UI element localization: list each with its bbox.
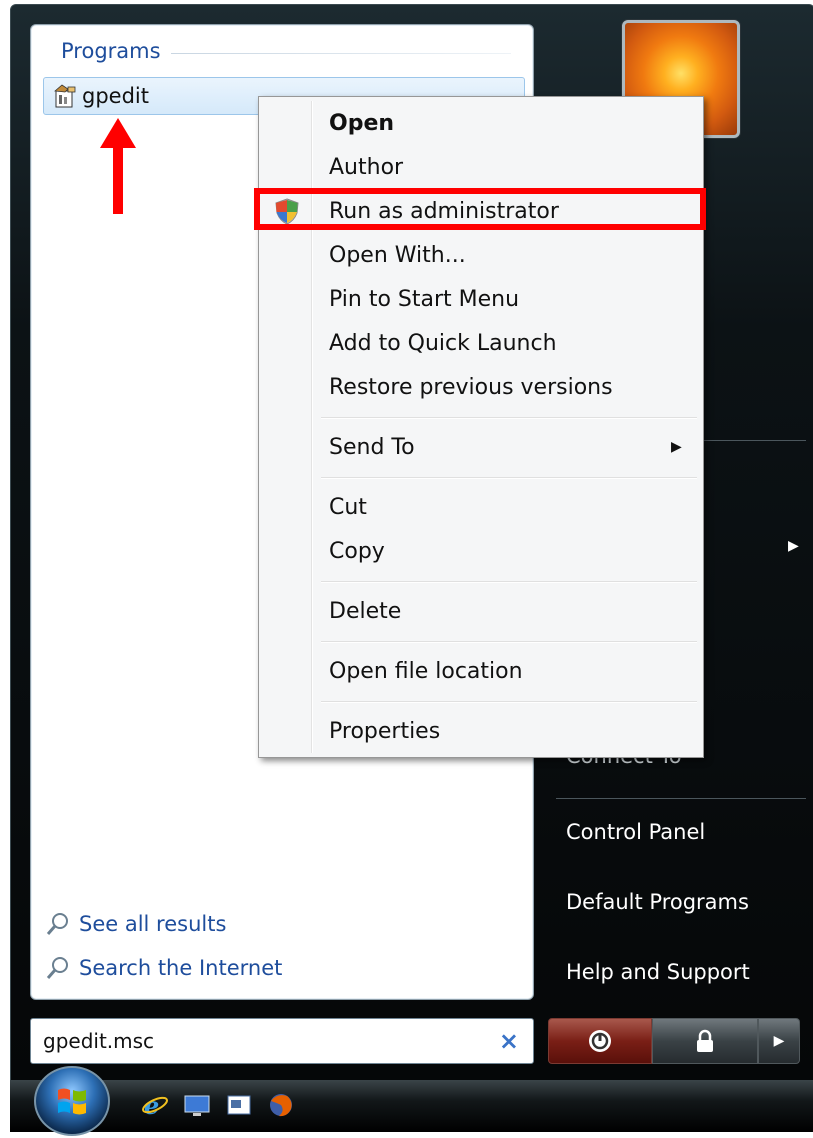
menu-item-label: Copy [329,538,385,564]
menu-item-properties[interactable]: Properties [259,711,703,751]
clear-search-icon[interactable]: × [499,1027,519,1055]
quick-launch: e [140,1090,296,1120]
taskbar [10,1080,813,1132]
see-all-results-link[interactable]: See all results [45,911,226,937]
right-item-help-support[interactable]: Help and Support [566,960,750,984]
search-icon [46,957,68,979]
menu-item-pin-to-start[interactable]: Pin to Start Menu [259,279,703,319]
right-item-default-programs[interactable]: Default Programs [566,890,749,914]
menu-item-label: Open file location [329,658,523,684]
menu-item-label: Cut [329,494,367,520]
menu-item-label: Add to Quick Launch [329,330,557,356]
menu-item-open[interactable]: Open [259,103,703,143]
menu-item-restore-previous-versions[interactable]: Restore previous versions [259,367,703,407]
menu-separator [321,641,697,643]
search-input[interactable] [41,1028,465,1054]
menu-item-cut[interactable]: Cut [259,487,703,527]
menu-item-label: Send To [329,434,415,460]
show-desktop-icon[interactable] [182,1090,212,1120]
menu-separator [321,701,697,703]
shutdown-options-button[interactable]: ▶ [758,1018,800,1064]
menu-separator [321,581,697,583]
menu-item-label: Properties [329,718,441,744]
menu-item-open-with[interactable]: Open With... [259,235,703,275]
power-controls: ▶ [548,1018,800,1064]
internet-explorer-icon[interactable]: e [140,1090,170,1120]
start-search-box[interactable]: × [30,1018,534,1064]
menu-item-label: Pin to Start Menu [329,286,520,312]
right-item-control-panel[interactable]: Control Panel [566,820,705,844]
power-button[interactable] [548,1018,652,1064]
switch-windows-icon[interactable] [224,1090,254,1120]
power-icon [589,1030,611,1052]
program-item-label: gpedit [82,84,149,108]
see-all-results-label: See all results [79,912,227,936]
menu-separator [321,417,697,419]
menu-item-delete[interactable]: Delete [259,591,703,631]
menu-item-label: Delete [329,598,402,624]
search-icon [46,913,68,935]
right-divider [556,798,806,799]
menu-separator [321,477,697,479]
header-divider [171,53,511,54]
windows-logo-icon [58,1088,86,1115]
menu-item-label: Restore previous versions [329,374,613,400]
menu-item-copy[interactable]: Copy [259,531,703,571]
programs-header: Programs [61,39,161,63]
annotation-highlight-box [254,188,706,230]
start-orb-button[interactable] [34,1066,110,1136]
menu-item-send-to[interactable]: Send To ▶ [259,427,703,467]
menu-item-label: Open With... [329,242,466,268]
lock-button[interactable] [652,1018,758,1064]
search-internet-label: Search the Internet [79,956,283,980]
submenu-arrow-icon: ▶ [671,439,682,455]
msc-file-icon [52,83,78,109]
menu-item-label: Open [329,110,395,136]
menu-item-author[interactable]: Author [259,147,703,187]
menu-item-label: Author [329,154,404,180]
search-internet-link[interactable]: Search the Internet [45,955,282,981]
menu-item-add-to-quick-launch[interactable]: Add to Quick Launch [259,323,703,363]
firefox-icon[interactable] [266,1090,296,1120]
chevron-right-icon: ▶ [788,538,799,554]
menu-item-open-file-location[interactable]: Open file location [259,651,703,691]
lock-icon [697,1029,713,1052]
annotation-arrow [100,118,136,214]
